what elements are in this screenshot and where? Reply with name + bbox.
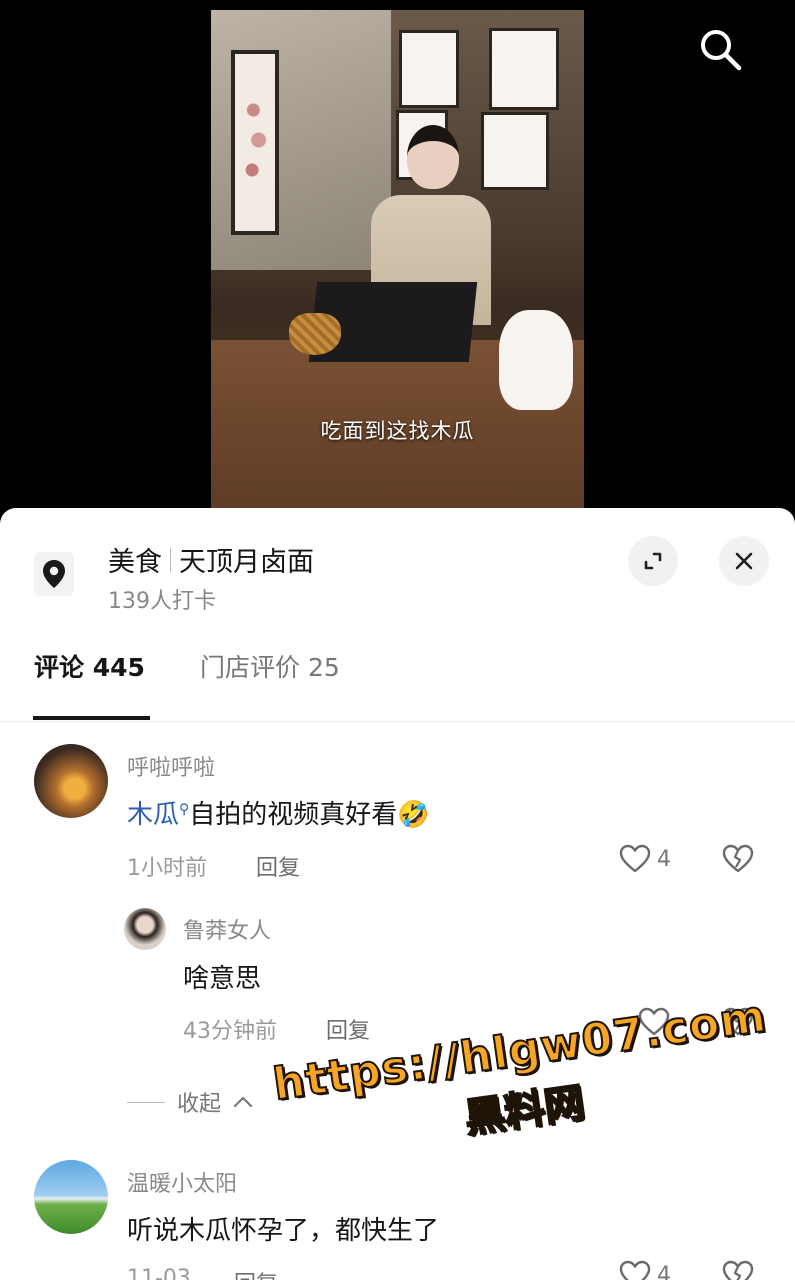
comment-item: 呼啦呼啦 木瓜⚲自拍的视频真好看🤣 1小时前 回复 4 [0,740,795,890]
video-basket [289,313,341,355]
dislike-button[interactable] [722,844,754,878]
like-button[interactable]: 4 [619,1260,671,1280]
like-button[interactable]: 4 [619,844,671,874]
broken-heart-icon [722,1260,754,1280]
comment-item: 温暖小太阳 听说木瓜怀孕了，都快生了 11-03 回复 4 [0,1156,795,1280]
video-menu-board [489,28,559,110]
location-pin-icon [34,552,74,596]
heart-icon [619,1260,651,1280]
collapse-label: 收起 [177,1092,222,1117]
dislike-button[interactable] [722,1260,754,1280]
avatar[interactable] [34,744,108,818]
video-player[interactable]: 吃面到这找木瓜 [0,0,795,520]
search-icon [701,30,742,71]
video-caption: 吃面到这找木瓜 [320,419,475,443]
expand-icon [644,552,662,570]
poi-title[interactable]: 美食 天顶月卤面 [108,540,314,579]
video-frame[interactable]: 吃面到这找木瓜 [211,10,584,510]
poi-checkins: 139人打卡 [108,589,216,614]
tab-store-reviews[interactable]: 门店评价 25 [200,648,340,684]
tab-bar: 评论 445 门店评价 25 [0,638,795,722]
tab-active-indicator [33,716,150,720]
video-menu-board [399,30,459,108]
comment-username[interactable]: 温暖小太阳 [127,1166,237,1198]
comment-body: 自拍的视频真好看🤣 [189,800,430,830]
reply-button[interactable]: 回复 [326,1013,370,1045]
reply-button[interactable]: 回复 [256,850,300,882]
comment-text: 木瓜⚲自拍的视频真好看🤣 [127,794,430,831]
video-menu-board [481,112,549,190]
comment-text: 听说木瓜怀孕了，都快生了 [127,1216,440,1246]
video-painting [231,50,279,235]
poi-category: 美食 [108,547,162,578]
comment-username[interactable]: 鲁莽女人 [183,913,271,945]
comment-time: 1小时前 [127,856,207,881]
comment-time: 11-03 [127,1266,191,1280]
expand-button[interactable] [628,536,678,586]
avatar[interactable] [34,1160,108,1234]
like-count: 4 [657,1262,671,1280]
mention-search-icon: ⚲ [179,801,190,818]
chevron-up-icon [233,1096,253,1108]
tab-comments[interactable]: 评论 445 [34,648,145,684]
mention-link[interactable]: 木瓜 [127,800,179,830]
like-count: 4 [657,846,671,872]
heart-icon [619,844,651,873]
avatar[interactable] [124,908,166,950]
close-icon [735,552,753,570]
poi-divider [170,547,171,572]
close-button[interactable] [719,536,769,586]
comments-sheet: 美食 天顶月卤面 139人打卡 评论 445 门店评价 25 呼啦呼啦 木瓜⚲自… [0,508,795,1280]
reply-button[interactable]: 回复 [234,1266,278,1280]
comment-text: 啥意思 [183,964,262,994]
search-button[interactable] [697,26,743,72]
collapse-divider [127,1101,165,1103]
poi-name: 天顶月卤面 [179,547,314,578]
video-lucky-cat [483,310,584,430]
broken-heart-icon [722,844,754,873]
comment-time: 43分钟前 [183,1019,277,1044]
comment-username[interactable]: 呼啦呼啦 [127,750,215,782]
collapse-replies-button[interactable]: 收起 [127,1086,253,1118]
